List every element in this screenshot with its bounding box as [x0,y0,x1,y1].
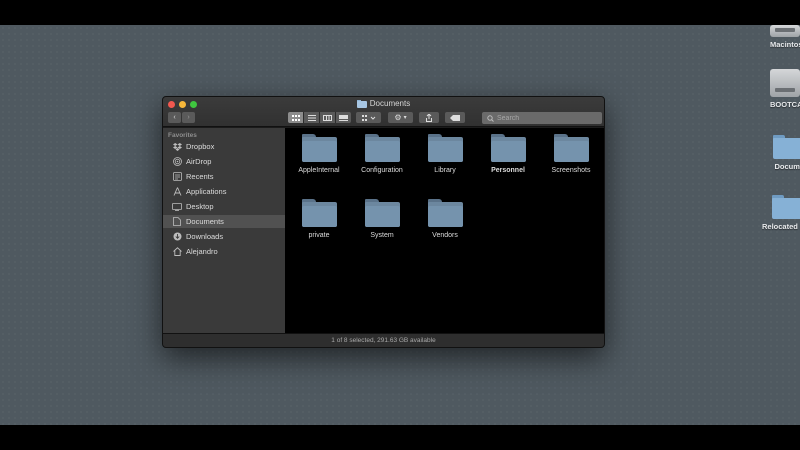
search-input[interactable] [497,114,597,122]
gallery-view-icon [339,114,348,121]
chevron-left-icon: ‹ [173,114,176,121]
gear-icon: ⚙ [394,113,402,122]
sidebar-item-dropbox[interactable]: Dropbox [163,140,285,153]
folder-item-library[interactable]: Library [415,134,475,174]
share-button[interactable] [419,112,439,123]
document-icon [172,217,182,227]
folder-icon [364,134,400,162]
search-field[interactable] [482,112,602,124]
arrange-icon [361,114,375,121]
sidebar-item-label: Dropbox [186,142,215,151]
window-titlebar[interactable]: Documents ‹ › ⚙ ▾ Search [163,97,604,127]
desktop-icon-label: Macintosh [770,40,800,49]
clock-icon [172,172,182,182]
sidebar-item-downloads[interactable]: Downloads [163,230,285,243]
share-icon [426,113,432,122]
folder-name: private [308,232,330,239]
desktop-icon-documents[interactable]: Documents [773,135,800,171]
letterbox-bottom [0,425,800,450]
folder-item-personnel[interactable]: Personnel [478,134,538,174]
desktop-icon-label: Documents [774,162,800,171]
view-mode-control [288,112,351,123]
folder-name: AppleInternal [298,167,340,174]
list-view-icon [307,114,316,121]
folder-icon [490,134,526,162]
folder-name: Library [434,167,456,174]
sidebar-item-label: Applications [186,187,227,196]
sidebar-item-label: Desktop [186,202,214,211]
back-button[interactable]: ‹ [168,112,181,123]
sidebar-item-applications[interactable]: Applications [163,185,285,198]
desktop-icon-bootcamp[interactable]: BOOTCAMP [770,69,800,109]
gallery-view-button[interactable] [336,112,351,123]
action-menu-button[interactable]: ⚙ ▾ [388,112,413,123]
sidebar-item-label: Downloads [186,232,224,241]
tags-button[interactable] [445,112,465,123]
list-view-button[interactable] [304,112,320,123]
folder-item-vendors[interactable]: Vendors [415,199,475,239]
tag-icon [450,114,460,121]
finder-window: Documents ‹ › ⚙ ▾ Search Favorites Dropb… [162,96,605,348]
sidebar-item-label: AirDrop [186,157,212,166]
icon-view-button[interactable] [288,112,304,123]
sidebar-item-airdrop[interactable]: AirDrop [163,155,285,168]
folder-icon [301,134,337,162]
column-view-icon [323,114,332,121]
dropbox-icon [172,142,182,152]
arrange-button[interactable] [356,112,381,123]
status-text: 1 of 8 selected, 291.63 GB available [331,337,436,344]
chevron-down-icon: ▾ [403,115,407,121]
sidebar-item-alejandro[interactable]: Alejandro [163,245,285,258]
file-browser-content[interactable]: AppleInternal Configuration Library Pers… [285,128,604,333]
letterbox-top [0,0,800,25]
folder-icon [301,199,337,227]
desktop-icon [172,202,182,212]
home-icon [172,247,182,257]
window-title-text: Documents [369,99,411,108]
forward-button[interactable]: › [182,112,195,123]
folder-item-appleinternal[interactable]: AppleInternal [289,134,349,174]
sidebar-item-recents[interactable]: Recents [163,170,285,183]
sidebar: Favorites Dropbox AirDrop Recents Applic… [163,128,285,333]
folder-name: System [370,232,394,239]
download-icon [172,232,182,242]
sidebar-item-documents[interactable]: Documents [163,215,285,228]
folder-name: Screenshots [551,167,591,174]
airdrop-icon [172,157,182,167]
chevron-right-icon: › [187,114,190,121]
desktop[interactable]: Macintosh BOOTCAMP Documents Relocated I… [0,25,800,425]
desktop-icon-macintosh[interactable]: Macintosh [770,25,800,49]
desktop-icon-label: BOOTCAMP [770,100,800,109]
folder-icon [356,99,367,108]
folder-item-system[interactable]: System [352,199,412,239]
icon-view-icon [291,114,300,121]
desktop-icon-relocated[interactable]: Relocated Items [762,195,800,231]
sidebar-item-label: Recents [186,172,214,181]
folder-name: Personnel [491,167,525,174]
desktop-icon-label: Relocated Items [762,222,800,231]
folder-name: Vendors [432,232,458,239]
sidebar-header-favorites: Favorites [168,132,197,139]
folder-icon [427,134,463,162]
folder-icon [772,195,800,219]
search-icon [487,114,494,122]
column-view-button[interactable] [320,112,336,123]
folder-icon [427,199,463,227]
folder-icon [553,134,589,162]
folder-icon [773,135,800,159]
sidebar-item-label: Alejandro [186,247,218,256]
window-title: Documents [163,99,604,108]
hard-drive-icon [770,25,800,37]
applications-icon [172,187,182,197]
sidebar-item-desktop[interactable]: Desktop [163,200,285,213]
folder-icon [364,199,400,227]
folder-item-configuration[interactable]: Configuration [352,134,412,174]
hard-drive-icon [770,69,800,97]
folder-name: Configuration [361,167,403,174]
sidebar-item-label: Documents [186,217,224,226]
folder-item-screenshots[interactable]: Screenshots [541,134,601,174]
folder-item-private[interactable]: private [289,199,349,239]
status-bar: 1 of 8 selected, 291.63 GB available [163,333,604,347]
